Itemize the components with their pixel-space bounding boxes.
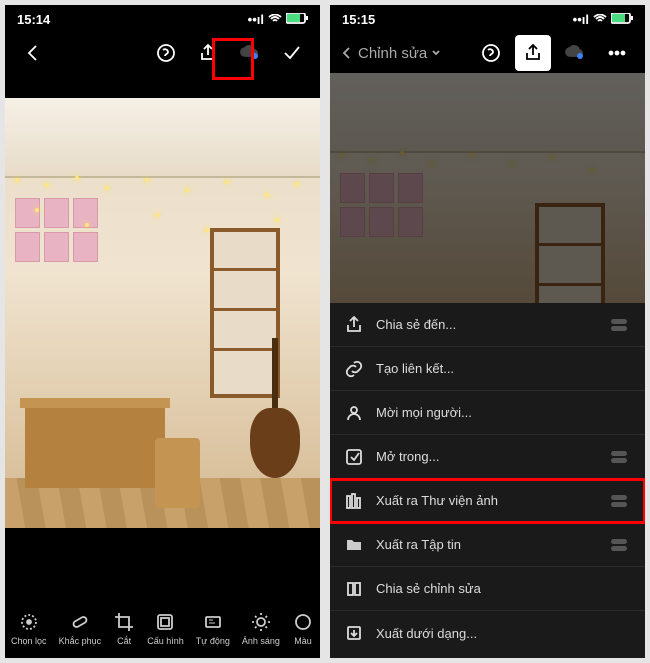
- status-time: 15:14: [17, 12, 50, 27]
- top-bar: Chỉnh sửa: [330, 33, 645, 73]
- toggle-icon: [611, 539, 631, 551]
- library-icon: [344, 491, 364, 511]
- tool-auto[interactable]: Tự động: [196, 611, 230, 646]
- bottom-toolbar: Chọn lọc Khắc phục Cắt Cấu hình Tự động …: [5, 598, 320, 658]
- link-icon: [344, 359, 364, 379]
- tool-profile[interactable]: Cấu hình: [147, 611, 184, 646]
- crop-icon: [113, 611, 135, 633]
- toggle-icon: [611, 319, 631, 331]
- share-button[interactable]: [515, 35, 551, 71]
- tool-heal[interactable]: Khắc phục: [59, 611, 102, 646]
- export-icon: [344, 623, 364, 643]
- status-icons: ••ıl: [573, 12, 633, 27]
- more-button[interactable]: [599, 35, 635, 71]
- right-screenshot: 15:15 ••ıl Chỉnh sửa Chia sẻ đến...: [330, 5, 645, 658]
- bandage-icon: [69, 611, 91, 633]
- toggle-icon: [611, 451, 631, 463]
- wand-icon: [202, 611, 224, 633]
- folder-icon: [344, 535, 364, 555]
- tool-color[interactable]: Màu: [292, 611, 314, 646]
- tool-selective[interactable]: Chọn lọc: [11, 611, 47, 646]
- menu-export-as[interactable]: Xuất dưới dạng...: [330, 611, 645, 655]
- palette-icon: [292, 611, 314, 633]
- battery-icon: [611, 12, 633, 27]
- chevron-down-icon: [431, 48, 441, 58]
- menu-export-library[interactable]: Xuất ra Thư viện ảnh: [330, 479, 645, 523]
- status-time: 15:15: [342, 12, 375, 27]
- wifi-icon: [268, 12, 282, 27]
- back-button[interactable]: Chỉnh sửa: [340, 45, 441, 62]
- menu-share-edit[interactable]: Chia sẻ chỉnh sửa: [330, 567, 645, 611]
- signal-icon: ••ıl: [248, 12, 264, 27]
- cloud-sync-icon[interactable]: [557, 35, 593, 71]
- toggle-icon: [611, 495, 631, 507]
- photo-preview[interactable]: [5, 98, 320, 528]
- signal-icon: ••ıl: [573, 12, 589, 27]
- left-screenshot: 15:14 ••ıl Chọn lọc Khắc phục Cắt Cấu hì…: [5, 5, 320, 658]
- open-icon: [344, 447, 364, 467]
- tool-crop[interactable]: Cắt: [113, 611, 135, 646]
- share-menu: Chia sẻ đến... Tạo liên kết... Mời mọi n…: [330, 303, 645, 658]
- cloud-sync-icon[interactable]: [232, 35, 268, 71]
- confirm-button[interactable]: [274, 35, 310, 71]
- menu-open-in[interactable]: Mở trong...: [330, 435, 645, 479]
- sliders-icon: [154, 611, 176, 633]
- sun-icon: [250, 611, 272, 633]
- help-button[interactable]: [473, 35, 509, 71]
- edit-icon: [344, 579, 364, 599]
- top-bar: [5, 33, 320, 73]
- sparkle-icon: [18, 611, 40, 633]
- status-bar: 15:15 ••ıl: [330, 5, 645, 33]
- status-bar: 15:14 ••ıl: [5, 5, 320, 33]
- photo-preview-dimmed: [330, 73, 645, 303]
- status-icons: ••ıl: [248, 12, 308, 27]
- battery-icon: [286, 12, 308, 27]
- menu-export-file[interactable]: Xuất ra Tập tin: [330, 523, 645, 567]
- share-button[interactable]: [190, 35, 226, 71]
- person-icon: [344, 403, 364, 423]
- back-button[interactable]: [15, 35, 51, 71]
- tool-light[interactable]: Ánh sáng: [242, 611, 280, 646]
- menu-create-link[interactable]: Tạo liên kết...: [330, 347, 645, 391]
- help-button[interactable]: [148, 35, 184, 71]
- wifi-icon: [593, 12, 607, 27]
- share-icon: [344, 315, 364, 335]
- menu-invite[interactable]: Mời mọi người...: [330, 391, 645, 435]
- menu-subtext: Chọn loại tập tin, kích thước tập tin và…: [330, 655, 645, 658]
- menu-share-to[interactable]: Chia sẻ đến...: [330, 303, 645, 347]
